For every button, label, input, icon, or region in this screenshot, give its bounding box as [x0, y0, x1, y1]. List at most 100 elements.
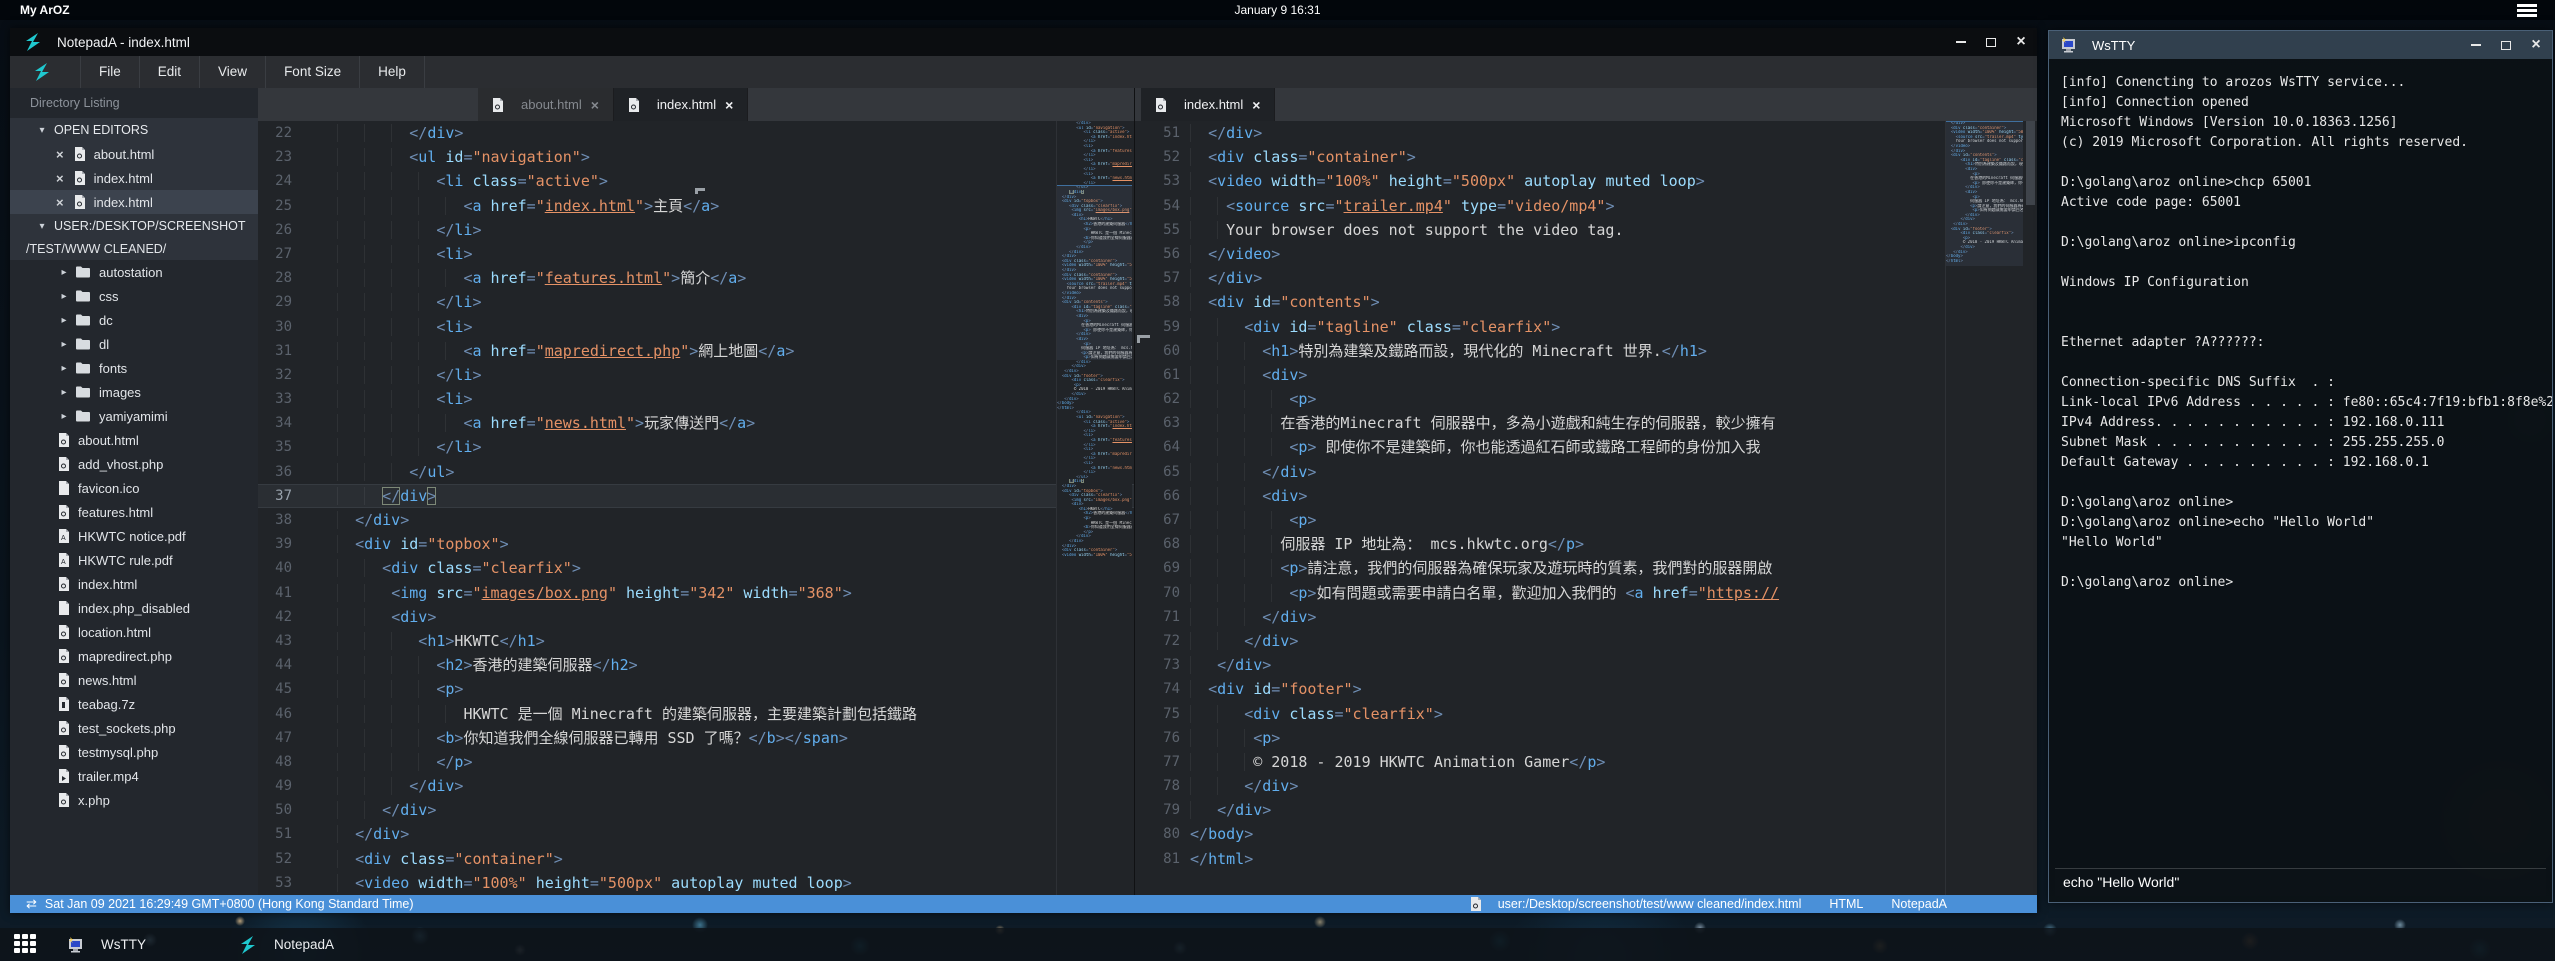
menu-edit[interactable]: Edit	[139, 56, 199, 88]
code-line[interactable]: 60 <h1>特別為建築及鐵路而設，現代化的 Minecraft 世界.</h1…	[1135, 339, 2037, 363]
close-icon[interactable]: ×	[725, 97, 733, 113]
close-icon[interactable]: ×	[56, 195, 64, 210]
code-line[interactable]: 44 <h2>香港的建築伺服器</h2>	[258, 653, 1134, 677]
tree-file[interactable]: add_vhost.php	[10, 452, 258, 476]
code-line[interactable]: 52 <div class="container">	[1135, 145, 2037, 169]
code-line[interactable]: 50 </div>	[258, 798, 1134, 822]
tree-folder-yamiyamimi[interactable]: ▸yamiyamimi	[10, 404, 258, 428]
chevron-right-icon[interactable]: ▸	[58, 411, 70, 422]
code-line[interactable]: 48 </p>	[258, 750, 1134, 774]
code-line[interactable]: 34 <a href="news.html">玩家傳送門</a>	[258, 411, 1134, 435]
tab-about.html[interactable]: about.html×	[478, 88, 614, 121]
chevron-right-icon[interactable]: ▸	[58, 387, 70, 398]
tree-folder-images[interactable]: ▸images	[10, 380, 258, 404]
hamburger-menu-icon[interactable]	[2517, 4, 2537, 17]
code-line[interactable]: 28 <a href="features.html">簡介</a>	[258, 266, 1134, 290]
code-line[interactable]: 51 </div>	[258, 822, 1134, 846]
menu-help[interactable]: Help	[359, 56, 425, 88]
menu-font-size[interactable]: Font Size	[265, 56, 359, 88]
code-line[interactable]: 41 <img src="images/box.png" height="342…	[258, 581, 1134, 605]
code-line[interactable]: 69 <p>請注意，我們的伺服器為確保玩家及遊玩時的質素，我們對的服器開啟	[1135, 556, 2037, 580]
code-line[interactable]: 45 <p>	[258, 677, 1134, 701]
code-line[interactable]: 53 <video width="100%" height="500px" au…	[258, 871, 1134, 895]
maximize-button[interactable]	[2498, 37, 2514, 53]
tree-file[interactable]: location.html	[10, 620, 258, 644]
code-line[interactable]: 29 </li>	[258, 290, 1134, 314]
code-line[interactable]: 33 <li>	[258, 387, 1134, 411]
open-editor-item[interactable]: ×about.html	[10, 142, 258, 166]
code-line[interactable]: 32 </li>	[258, 363, 1134, 387]
code-line[interactable]: 71 </div>	[1135, 605, 2037, 629]
tree-file[interactable]: AHKWTC notice.pdf	[10, 524, 258, 548]
tree-folder-css[interactable]: ▸css	[10, 284, 258, 308]
code-line[interactable]: 78 </div>	[1135, 774, 2037, 798]
code-line[interactable]: 66 <div>	[1135, 484, 2037, 508]
code-line[interactable]: 31 <a href="mapredirect.php">網上地圖</a>	[258, 339, 1134, 363]
notepada-titlebar[interactable]: NotepadA - index.html ×	[10, 28, 2037, 56]
chevron-right-icon[interactable]: ▸	[58, 315, 70, 326]
tree-file[interactable]: AHKWTC rule.pdf	[10, 548, 258, 572]
tree-folder-dl[interactable]: ▸dl	[10, 332, 258, 356]
terminal-output[interactable]: [info] Conencting to arozos WsTTY servic…	[2049, 59, 2552, 862]
code-line[interactable]: 51 </div>	[1135, 121, 2037, 145]
code-line[interactable]: 72 </div>	[1135, 629, 2037, 653]
code-line[interactable]: 68 伺服器 IP 地址為： mcs.hkwtc.org</p>	[1135, 532, 2037, 556]
code-line[interactable]: 56 </video>	[1135, 242, 2037, 266]
code-line[interactable]: 81</html>	[1135, 847, 2037, 871]
code-line[interactable]: 58 <div id="contents">	[1135, 290, 2037, 314]
minimize-button[interactable]	[2468, 37, 2484, 53]
open-editor-item[interactable]: ×index.html	[10, 166, 258, 190]
code-line[interactable]: 64 <p> 即使你不是建築師，你也能透過紅石師或鐵路工程師的身份加入我	[1135, 435, 2037, 459]
code-line[interactable]: 42 <div>	[258, 605, 1134, 629]
terminal-input[interactable]: echo "Hello World"	[2055, 868, 2546, 896]
tree-file[interactable]: test_sockets.php	[10, 716, 258, 740]
code-line[interactable]: 76 <p>	[1135, 726, 2037, 750]
menu-view[interactable]: View	[199, 56, 265, 88]
code-line[interactable]: 63 在香港的Minecraft 伺服器中，多為小遊戲和純生存的伺服器，較少擁有	[1135, 411, 2037, 435]
tree-file[interactable]: index.html	[10, 572, 258, 596]
minimize-button[interactable]	[1953, 34, 1969, 50]
status-language-mode[interactable]: HTML	[1829, 897, 1863, 911]
code-line[interactable]: 25 <a href="index.html">主頁</a>	[258, 194, 1134, 218]
code-area[interactable]: 22 </div>23 <ul id="navigation">24 <li c…	[258, 121, 1134, 895]
app-grid-icon[interactable]	[14, 934, 38, 955]
chevron-down-icon[interactable]: ▾	[36, 221, 48, 232]
taskbar-item-notepada[interactable]: NotepadA	[225, 928, 348, 961]
code-line[interactable]: 35 </li>	[258, 435, 1134, 459]
code-line[interactable]: 22 </div>	[258, 121, 1134, 145]
code-line[interactable]: 59 <div id="tagline" class="clearfix">	[1135, 315, 2037, 339]
code-line[interactable]: 52 <div class="container">	[258, 847, 1134, 871]
chevron-down-icon[interactable]: ▾	[36, 125, 48, 136]
tree-file[interactable]: mapredirect.php	[10, 644, 258, 668]
tree-folder-dc[interactable]: ▸dc	[10, 308, 258, 332]
code-line[interactable]: 23 <ul id="navigation">	[258, 145, 1134, 169]
open-editor-item[interactable]: ×index.html	[10, 190, 258, 214]
tab-index.html[interactable]: index.html×	[1141, 88, 1275, 121]
close-icon[interactable]: ×	[56, 147, 64, 162]
code-line[interactable]: 70 <p>如有問題或需要申請白名單，歡迎加入我們的 <a href="http…	[1135, 581, 2037, 605]
maximize-button[interactable]	[1983, 34, 1999, 50]
minimap[interactable]: </div> <div class="container"> <video wi…	[1945, 121, 2023, 895]
code-line[interactable]: 65 </div>	[1135, 460, 2037, 484]
tree-file[interactable]: features.html	[10, 500, 258, 524]
minimap-slider[interactable]	[1946, 121, 2023, 266]
code-line[interactable]: 80</body>	[1135, 822, 2037, 846]
close-button[interactable]: ×	[2528, 37, 2544, 53]
code-line[interactable]: 57 </div>	[1135, 266, 2037, 290]
code-line[interactable]: 73 </div>	[1135, 653, 2037, 677]
code-line[interactable]: 43 <h1>HKWTC</h1>	[258, 629, 1134, 653]
code-line[interactable]: 38 </div>	[258, 508, 1134, 532]
tab-index.html[interactable]: index.html×	[614, 88, 748, 121]
code-line[interactable]: 62 <p>	[1135, 387, 2037, 411]
chevron-right-icon[interactable]: ▸	[58, 267, 70, 278]
code-line[interactable]: 54 <source src="trailer.mp4" type="video…	[1135, 194, 2037, 218]
tree-file[interactable]: x.php	[10, 788, 258, 812]
menu-file[interactable]: File	[80, 56, 139, 88]
minimap-slider[interactable]	[1057, 185, 1132, 360]
tree-root-header[interactable]: ▾USER:/DESKTOP/SCREENSHOT	[10, 214, 258, 238]
code-line[interactable]: 67 <p>	[1135, 508, 2037, 532]
code-line[interactable]: 46 HKWTC 是一個 Minecraft 的建築伺服器，主要建築計劃包括鐵路	[258, 702, 1134, 726]
code-line[interactable]: 79 </div>	[1135, 798, 2037, 822]
code-line[interactable]: 77 © 2018 - 2019 HKWTC Animation Gamer</…	[1135, 750, 2037, 774]
chevron-right-icon[interactable]: ▸	[58, 363, 70, 374]
